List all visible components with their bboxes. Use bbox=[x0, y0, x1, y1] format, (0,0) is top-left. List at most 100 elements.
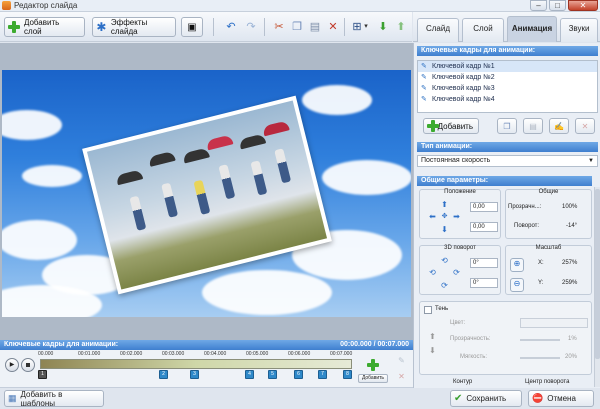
umbrella bbox=[115, 169, 144, 186]
shadow-transparency-slider[interactable] bbox=[520, 339, 560, 341]
redo-icon[interactable]: ↷ bbox=[242, 18, 260, 36]
scale-title: Масштаб bbox=[535, 245, 562, 251]
rotation-3d-x-input[interactable]: 0° bbox=[470, 258, 498, 268]
maximize-button[interactable]: □ bbox=[549, 0, 566, 11]
keyframe-marker[interactable]: 3 bbox=[190, 370, 199, 379]
undo-icon[interactable]: ↶ bbox=[222, 18, 240, 36]
delete-icon[interactable]: ✕ bbox=[324, 18, 342, 36]
list-item[interactable]: ✎ Ключевой кадр №4 bbox=[418, 94, 597, 105]
paste-icon[interactable]: ▤ bbox=[306, 18, 324, 36]
scale-y-value[interactable]: 259% bbox=[562, 280, 577, 286]
paste-keyframe-button[interactable]: ▤ bbox=[523, 118, 543, 134]
scrollbar-thumb[interactable] bbox=[595, 189, 600, 359]
cancel-button[interactable]: ⛔ Отмена bbox=[528, 390, 594, 407]
brush-button[interactable]: ✍ bbox=[549, 118, 569, 134]
add-keyframe-panel-button[interactable]: Добавить bbox=[423, 118, 479, 134]
tab-layer[interactable]: Слой bbox=[462, 18, 504, 42]
rotation-value[interactable]: -14° bbox=[566, 223, 577, 229]
stop-button[interactable] bbox=[21, 358, 35, 372]
person bbox=[129, 195, 147, 231]
shadow-down-icon[interactable]: ⬇ bbox=[428, 346, 437, 355]
plus-icon bbox=[427, 120, 439, 132]
close-button[interactable]: ✕ bbox=[568, 0, 598, 11]
keyframe-marker[interactable]: 6 bbox=[294, 370, 303, 379]
tab-animation[interactable]: Анимация bbox=[507, 16, 557, 42]
add-layer-button[interactable]: Добавить слой bbox=[4, 17, 85, 37]
save-button[interactable]: ✔ Сохранить bbox=[450, 390, 522, 407]
cloud bbox=[22, 165, 82, 187]
keyframe-label: Ключевой кадр №4 bbox=[432, 96, 495, 103]
timeline-track[interactable] bbox=[40, 359, 352, 369]
template-icon: ▦ bbox=[8, 393, 17, 403]
rotate-up-icon[interactable]: ⟲ bbox=[440, 256, 449, 265]
keyframe-marker[interactable]: 8 bbox=[343, 370, 352, 379]
list-item[interactable]: ✎ Ключевой кадр №1 bbox=[418, 61, 597, 72]
timeline-title: Ключевые кадры для анимации: bbox=[4, 341, 119, 348]
move-up-icon[interactable]: ⬆ bbox=[392, 18, 410, 36]
tab-sounds[interactable]: Звуки bbox=[560, 18, 598, 42]
add-template-button[interactable]: ▦ Добавить в шаблоны bbox=[4, 390, 104, 408]
arrow-right-icon[interactable]: ➡ bbox=[452, 212, 461, 221]
list-item[interactable]: ✎ Ключевой кадр №3 bbox=[418, 83, 597, 94]
position-x-input[interactable]: 0,00 bbox=[470, 202, 498, 212]
toolbar-separator bbox=[264, 18, 265, 36]
rotation-3d-group: 3D поворот ⟲ ⟲ ⟳ ⟳ 0° 0° bbox=[419, 245, 501, 295]
scale-x-value[interactable]: 257% bbox=[562, 260, 577, 266]
shadow-color-swatch[interactable] bbox=[520, 318, 588, 328]
keyframe-marker[interactable]: 7 bbox=[318, 370, 327, 379]
keyframe-tools: Добавить ❐ ▤ ✍ ✕ bbox=[417, 116, 598, 136]
opacity-value[interactable]: 100% bbox=[562, 204, 577, 210]
rotation-3d-y-input[interactable]: 0° bbox=[470, 278, 498, 288]
paste-icon: ▤ bbox=[529, 121, 537, 131]
keyframe-marker[interactable]: 4 bbox=[245, 370, 254, 379]
rotate-left-icon[interactable]: ⟲ bbox=[428, 268, 437, 277]
anim-type-value: Постоянная скорость bbox=[421, 157, 491, 164]
delete-keyframe-panel-button[interactable]: ✕ bbox=[575, 118, 595, 134]
anim-type-select[interactable]: Постоянная скорость ▼ bbox=[417, 155, 598, 167]
rotate-right-icon[interactable]: ⟳ bbox=[452, 268, 461, 277]
panel-scrollbar[interactable] bbox=[594, 187, 600, 387]
chevron-down-icon[interactable]: ▾ bbox=[362, 18, 370, 36]
layer-photo[interactable] bbox=[82, 95, 332, 295]
keyframe-marker[interactable]: 1 bbox=[38, 370, 47, 379]
shadow-softness-slider[interactable] bbox=[520, 357, 560, 359]
arrow-down-icon[interactable]: ⬇ bbox=[440, 225, 449, 234]
arrow-left-icon[interactable]: ⬅ bbox=[428, 212, 437, 221]
position-y-input[interactable]: 0,00 bbox=[470, 222, 498, 232]
camera-button[interactable]: ▣ bbox=[181, 17, 203, 37]
cloud bbox=[2, 220, 77, 260]
keyframe-label: Ключевой кадр №2 bbox=[432, 74, 495, 81]
arrow-up-icon[interactable]: ⬆ bbox=[440, 200, 449, 209]
zoom-in-icon[interactable]: ⊕ bbox=[510, 258, 524, 272]
keyframe-marker[interactable]: 5 bbox=[268, 370, 277, 379]
rotation-3d-title: 3D поворот bbox=[444, 245, 476, 251]
copy-icon[interactable]: ❐ bbox=[288, 18, 306, 36]
cloud bbox=[322, 160, 411, 195]
cut-icon[interactable]: ✂ bbox=[270, 18, 288, 36]
keyframe-marker[interactable]: 2 bbox=[159, 370, 168, 379]
move-down-icon[interactable]: ⬇ bbox=[374, 18, 392, 36]
shadow-up-icon[interactable]: ⬆ bbox=[428, 332, 437, 341]
keyframe-list[interactable]: ✎ Ключевой кадр №1 ✎ Ключевой кадр №2 ✎ Клю… bbox=[417, 60, 598, 113]
minimize-button[interactable]: – bbox=[530, 0, 547, 11]
list-item[interactable]: ✎ Ключевой кадр №2 bbox=[418, 72, 597, 83]
add-keyframe-button[interactable]: Добавить bbox=[358, 354, 388, 385]
edit-icon[interactable]: ✎ bbox=[397, 356, 406, 365]
app-logo-icon bbox=[2, 1, 11, 10]
person bbox=[274, 148, 292, 184]
tick-label: 00:05.000 bbox=[246, 351, 269, 357]
slide-effects-button[interactable]: ✱ Эффекты слайда bbox=[92, 17, 176, 37]
umbrella bbox=[148, 150, 176, 167]
delete-keyframe-icon[interactable]: ✕ bbox=[397, 372, 406, 381]
center-icon[interactable]: ✥ bbox=[440, 212, 449, 221]
shadow-checkbox[interactable] bbox=[424, 306, 432, 314]
copy-keyframe-button[interactable]: ❐ bbox=[497, 118, 517, 134]
opacity-label: Прозрачн...: bbox=[508, 204, 542, 210]
position-title: Положение bbox=[444, 189, 476, 195]
zoom-out-icon[interactable]: ⊖ bbox=[510, 278, 524, 292]
play-button[interactable]: ▶ bbox=[5, 358, 19, 372]
tab-slide[interactable]: Слайд bbox=[417, 18, 459, 42]
common-group: Общие Прозрачн...: 100% Поворот: -14° bbox=[505, 189, 592, 239]
rotate-down-icon[interactable]: ⟳ bbox=[440, 281, 449, 290]
slide-canvas[interactable] bbox=[2, 70, 411, 317]
